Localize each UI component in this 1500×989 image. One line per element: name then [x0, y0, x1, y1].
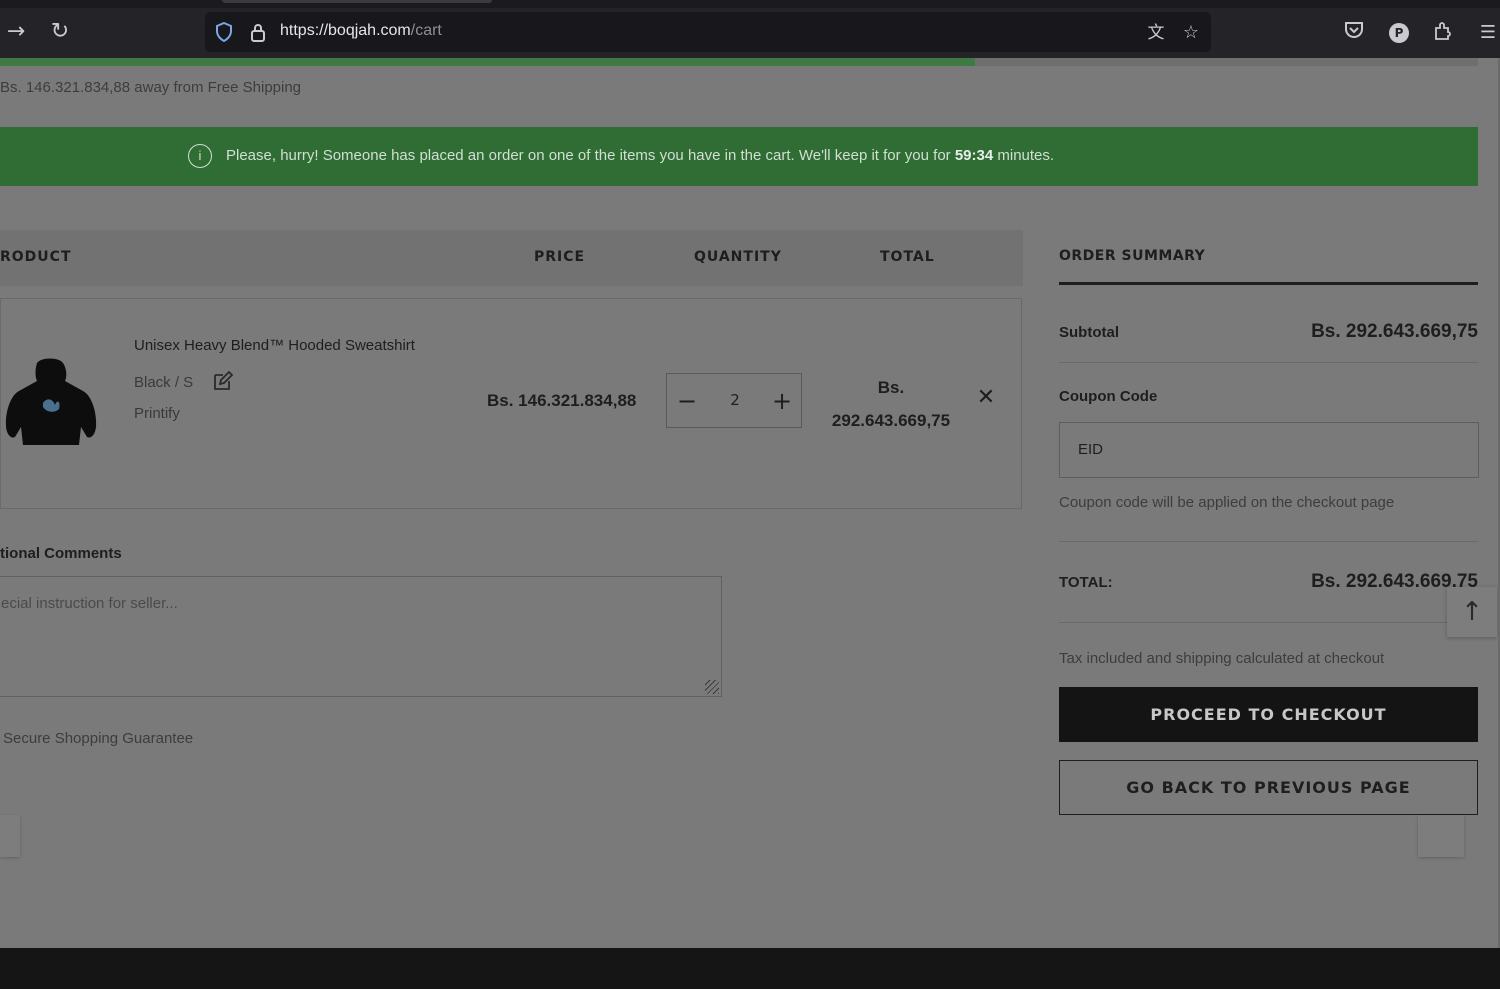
- shipping-progress-bar: [0, 58, 1478, 66]
- lock-icon[interactable]: [247, 22, 269, 44]
- line-total-currency: Bs.: [877, 378, 905, 397]
- secure-shopping-text: Secure Shopping Guarantee: [3, 730, 194, 747]
- product-title[interactable]: Unisex Heavy Blend™ Hooded Sweatshirt: [134, 337, 415, 354]
- arrow-up-icon[interactable]: ↑: [1447, 587, 1497, 637]
- header-price: PRICE: [534, 249, 586, 265]
- floating-widget-left[interactable]: [0, 815, 20, 857]
- free-shipping-message: Bs. 146.321.834,88 away from Free Shippi…: [0, 79, 302, 96]
- product-variant: Black / S: [134, 374, 194, 391]
- comments-textarea[interactable]: ecial instruction for seller...: [0, 576, 722, 697]
- product-price: Bs. 146.321.834,88: [487, 391, 637, 410]
- summary-divider: [1059, 282, 1478, 285]
- close-icon[interactable]: ✕: [973, 385, 999, 411]
- go-back-button[interactable]: GO BACK TO PREVIOUS PAGE: [1059, 760, 1478, 815]
- bookmark-star-icon[interactable]: ☆: [1180, 22, 1202, 44]
- alert-message: Please, hurry! Someone has placed an ord…: [226, 147, 1054, 164]
- cart-hold-alert: i Please, hurry! Someone has placed an o…: [0, 127, 1478, 186]
- browser-toolbar: → ↻ https://boqjah.com/cart 文 ☆ P ☰: [0, 0, 1500, 58]
- coupon-note: Coupon code will be applied on the check…: [1059, 494, 1395, 511]
- alert-text-after: minutes.: [993, 147, 1055, 164]
- comments-placeholder: ecial instruction for seller...: [1, 595, 178, 612]
- extensions-icon[interactable]: [1431, 21, 1455, 45]
- quantity-input[interactable]: 2: [715, 391, 755, 409]
- shield-icon[interactable]: [213, 21, 235, 44]
- summary-divider: [1059, 622, 1478, 623]
- tax-note: Tax included and shipping calculated at …: [1059, 650, 1385, 667]
- url-host: https://boqjah.com: [280, 22, 411, 39]
- line-total-amount: 292.643.669,75: [831, 411, 951, 430]
- page-footer: [0, 948, 1500, 989]
- order-summary-title: ORDER SUMMARY: [1059, 248, 1206, 264]
- total-label: TOTAL:: [1059, 574, 1113, 591]
- menu-icon[interactable]: ☰: [1476, 21, 1500, 45]
- translate-icon[interactable]: 文: [1145, 22, 1167, 44]
- product-image[interactable]: [1, 355, 101, 451]
- subtotal-value: Bs. 292.643.669,75: [1311, 321, 1478, 342]
- forward-icon[interactable]: →: [3, 19, 29, 45]
- minus-icon[interactable]: −: [672, 386, 702, 416]
- alert-timer: 59:34: [954, 147, 994, 164]
- cart-table-header: RODUCT PRICE QUANTITY TOTAL: [0, 230, 1023, 286]
- summary-divider: [1059, 541, 1478, 542]
- alert-text-before: Please, hurry! Someone has placed an ord…: [226, 147, 955, 164]
- header-product: RODUCT: [0, 249, 72, 265]
- floating-widget-right[interactable]: [1418, 815, 1464, 857]
- header-quantity: QUANTITY: [694, 249, 782, 265]
- summary-divider: [1059, 362, 1478, 363]
- address-bar[interactable]: https://boqjah.com/cart 文 ☆: [205, 12, 1211, 52]
- url-path: /cart: [410, 22, 442, 39]
- coupon-label: Coupon Code: [1059, 388, 1158, 405]
- line-total: Bs. 292.643.669,75: [816, 371, 966, 437]
- active-tab-indicator[interactable]: [222, 0, 492, 3]
- info-icon: i: [188, 144, 212, 168]
- profile-icon[interactable]: P: [1389, 23, 1409, 43]
- reload-icon[interactable]: ↻: [47, 19, 73, 45]
- pocket-icon[interactable]: [1342, 21, 1366, 45]
- url-text[interactable]: https://boqjah.com/cart: [280, 22, 442, 40]
- coupon-input[interactable]: EID: [1059, 422, 1479, 478]
- shipping-progress-fill: [0, 58, 976, 66]
- subtotal-label: Subtotal: [1059, 324, 1119, 341]
- header-total: TOTAL: [880, 249, 935, 265]
- resize-handle-icon[interactable]: [705, 680, 719, 694]
- quantity-stepper: − 2 +: [666, 373, 802, 428]
- proceed-to-checkout-button[interactable]: PROCEED TO CHECKOUT: [1059, 687, 1478, 742]
- comments-label: tional Comments: [0, 545, 122, 562]
- product-vendor: Printify: [134, 405, 180, 422]
- plus-icon[interactable]: +: [767, 386, 797, 416]
- cart-item-row: Unisex Heavy Blend™ Hooded Sweatshirt Bl…: [0, 298, 1022, 509]
- edit-icon[interactable]: [212, 370, 236, 394]
